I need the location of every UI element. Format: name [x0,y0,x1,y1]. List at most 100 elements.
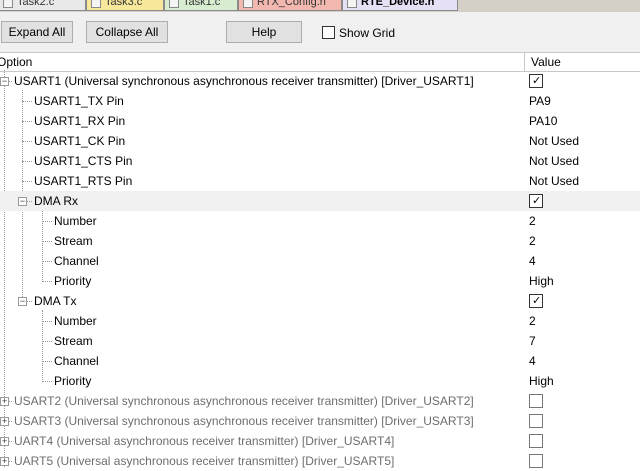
expand-icon[interactable]: + [0,397,9,406]
option-value[interactable]: High [529,371,554,391]
option-value[interactable]: 4 [529,351,536,371]
value-checkbox[interactable]: ✓ [529,294,543,308]
tab-rtx-config[interactable]: RTX_Config.h [238,0,342,11]
tree-row[interactable]: Stream 7 [0,331,640,351]
option-label: UART5 (Universal asynchronous receiver t… [14,454,395,468]
option-label: USART1_TX Pin [34,94,124,108]
tree-row[interactable]: USART1_RX Pin PA10 [0,111,640,131]
tree-row[interactable]: + UART5 (Universal asynchronous receiver … [0,451,640,471]
tab-task3[interactable]: Task3.c [86,0,164,11]
option-column-header[interactable]: Option [0,53,32,71]
tree-row[interactable]: Priority High [0,371,640,391]
option-label: DMA Rx [34,194,79,208]
option-label: USART1_CTS Pin [34,154,133,168]
option-value[interactable]: Not Used [529,171,579,191]
option-label: Number [54,214,97,228]
tree-row[interactable]: Channel 4 [0,351,640,371]
option-label: USART1_RTS Pin [34,174,133,188]
expand-icon[interactable]: + [0,457,9,466]
option-label: Number [54,314,97,328]
tree-row[interactable]: Channel 4 [0,251,640,271]
header-file-icon [243,0,253,8]
tree-connector [42,361,52,362]
tab-label: Task2.c [17,0,55,8]
tree-connector [42,221,52,222]
tree-row[interactable]: Stream 2 [0,231,640,251]
tab-label: RTX_Config.h [257,0,326,8]
tree-row[interactable]: − DMA Rx ✓ [0,191,640,211]
collapse-icon[interactable]: − [18,197,27,206]
tree-connector [22,181,32,182]
c-file-icon [3,0,13,8]
option-label: DMA Tx [34,294,77,308]
show-grid-toggle[interactable]: Show Grid [322,25,395,41]
option-label: USART1 (Universal synchronous asynchrono… [14,74,474,88]
show-grid-label: Show Grid [339,25,396,40]
tree-connector [42,261,52,262]
grid-header: Option Value [0,52,640,72]
tree-row[interactable]: + UART4 (Universal asynchronous receiver … [0,431,640,451]
expand-all-button[interactable]: Expand All [1,21,73,43]
tree-row[interactable]: Priority High [0,271,640,291]
header-file-icon [347,0,357,8]
editor-tab-strip: Task2.c Task3.c Task1.c RTX_Config.h RTE… [0,0,640,12]
option-value[interactable]: 7 [529,331,536,351]
checkmark-icon: ✓ [532,195,542,207]
tree-row[interactable]: + USART2 (Universal synchronous asynchron… [0,391,640,411]
value-checkbox[interactable]: ✓ [529,194,543,208]
column-divider[interactable] [524,53,525,71]
checkmark-icon: ✓ [532,75,542,87]
option-value[interactable]: Not Used [529,151,579,171]
tab-task1[interactable]: Task1.c [164,0,238,11]
collapse-all-button[interactable]: Collapse All [86,21,168,43]
tree-connector [42,281,52,282]
value-checkbox[interactable]: ✓ [529,74,543,88]
option-label: UART4 (Universal asynchronous receiver t… [14,434,395,448]
c-file-icon [169,0,179,8]
tree-connector [42,321,52,322]
value-checkbox[interactable] [529,394,543,408]
option-value[interactable]: 4 [529,251,536,271]
option-value[interactable]: High [529,271,554,291]
option-label: USART1_CK Pin [34,134,126,148]
tree-row[interactable]: USART1_CK Pin Not Used [0,131,640,151]
option-value[interactable]: PA9 [529,91,551,111]
option-value[interactable]: 2 [529,211,536,231]
option-value[interactable]: 2 [529,231,536,251]
option-value[interactable]: 2 [529,311,536,331]
option-label: USART3 (Universal synchronous asynchrono… [14,414,474,428]
expand-icon[interactable]: + [0,437,9,446]
value-checkbox[interactable] [529,434,543,448]
tab-label: Task1.c [183,0,221,8]
tree-row[interactable]: − USART1 (Universal synchronous asynchron… [0,71,640,91]
option-value[interactable]: Not Used [529,131,579,151]
tree-row[interactable]: − DMA Tx ✓ [0,291,640,311]
value-checkbox[interactable] [529,454,543,468]
option-label: Stream [54,334,93,348]
tree-connector [22,121,32,122]
tab-rte-device[interactable]: RTE_Device.h [342,0,458,11]
option-label: Stream [54,234,93,248]
option-label: Priority [54,374,92,388]
collapse-icon[interactable]: − [18,297,27,306]
option-label: USART2 (Universal synchronous asynchrono… [14,394,474,408]
show-grid-checkbox[interactable] [322,26,335,40]
tree-connector [42,341,52,342]
help-button[interactable]: Help [226,21,302,43]
option-label: Priority [54,274,92,288]
value-column-header[interactable]: Value [531,53,561,71]
tab-task2[interactable]: Task2.c [0,0,86,11]
collapse-icon[interactable]: − [0,77,9,86]
expand-icon[interactable]: + [0,417,9,426]
tree-row[interactable]: Number 2 [0,311,640,331]
tree-connector [22,141,32,142]
tree-row[interactable]: USART1_RTS Pin Not Used [0,171,640,191]
option-label: Channel [54,254,99,268]
option-value[interactable]: PA10 [529,111,557,131]
tree-row[interactable]: + USART3 (Universal synchronous asynchron… [0,411,640,431]
tree-row[interactable]: USART1_CTS Pin Not Used [0,151,640,171]
value-checkbox[interactable] [529,414,543,428]
tree-row[interactable]: Number 2 [0,211,640,231]
tree-connector [42,381,52,382]
tree-row[interactable]: USART1_TX Pin PA9 [0,91,640,111]
